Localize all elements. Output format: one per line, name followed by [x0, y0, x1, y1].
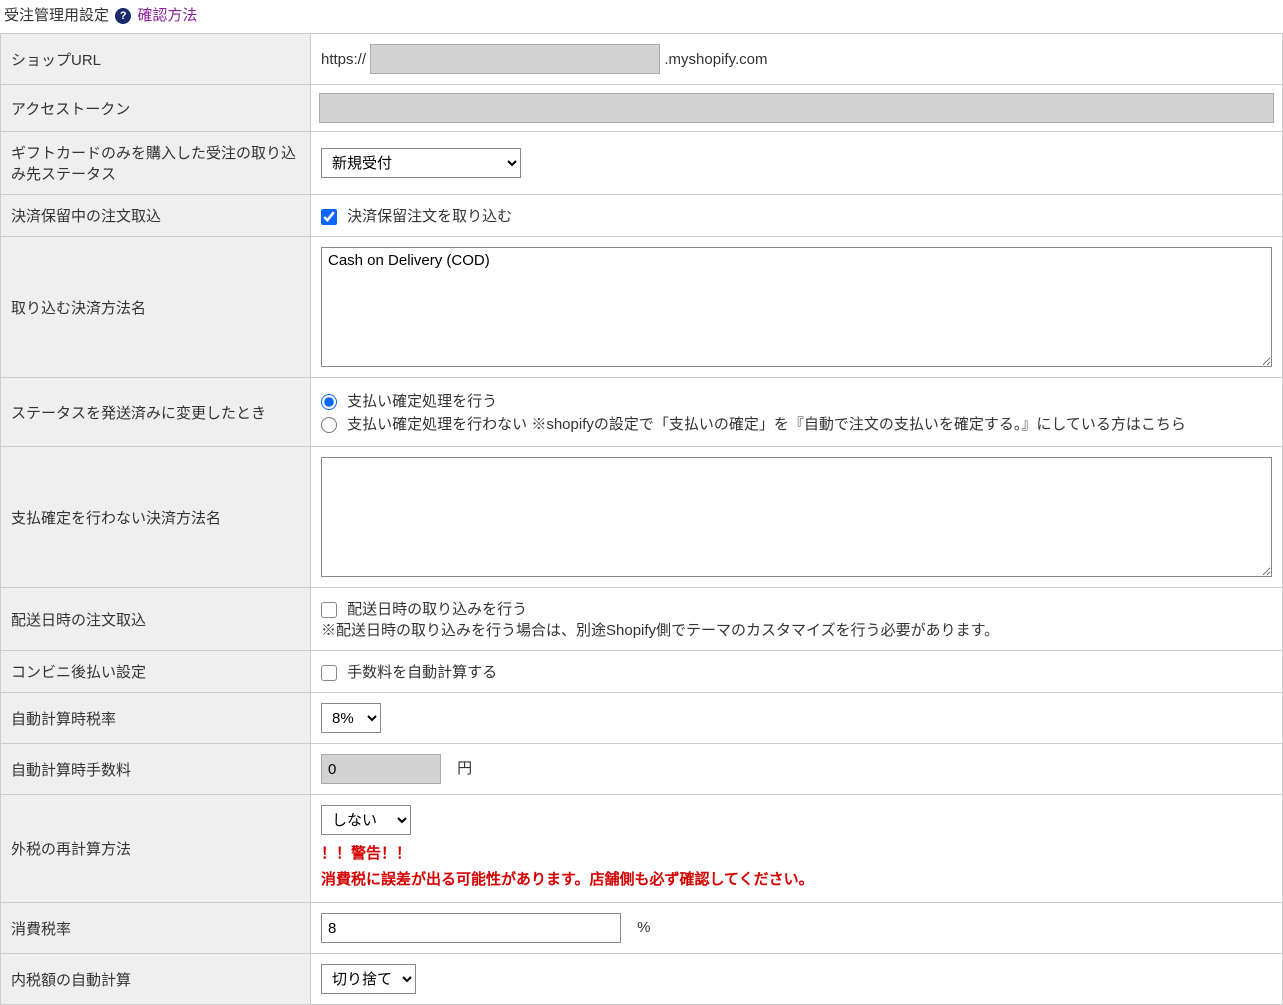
settings-table: ショップURL https:// .myshopify.com アクセストークン… [0, 33, 1283, 1005]
row-auto-fee: 自動計算時手数料 円 [1, 744, 1283, 795]
url-prefix: https:// [321, 51, 366, 68]
row-payment-methods-import: 取り込む決済方法名 [1, 237, 1283, 378]
label-shop-url: ショップURL [1, 34, 311, 85]
row-shop-url: ショップURL https:// .myshopify.com [1, 34, 1283, 85]
row-exclude-capture-methods: 支払確定を行わない決済方法名 [1, 447, 1283, 588]
row-on-shipped: ステータスを発送済みに変更したとき 支払い確定処理を行う 支払い確定処理を行わな… [1, 378, 1283, 447]
label-incl-tax-auto: 内税額の自動計算 [1, 954, 311, 1005]
payment-methods-textarea[interactable] [321, 247, 1272, 367]
on-shipped-option2: 支払い確定処理を行わない ※shopifyの設定で「支払いの確定」を『自動で注文… [347, 416, 1186, 433]
pending-import-checkbox[interactable] [321, 209, 337, 225]
label-payment-methods-import: 取り込む決済方法名 [1, 237, 311, 378]
section-title: 受注管理用設定 [4, 7, 109, 24]
label-exclude-capture-methods: 支払確定を行わない決済方法名 [1, 447, 311, 588]
row-consumption-tax-rate: 消費税率 % [1, 903, 1283, 954]
access-token-input[interactable] [319, 93, 1274, 123]
label-convenience-postpay: コンビニ後払い設定 [1, 651, 311, 693]
row-access-token: アクセストークン [1, 85, 1283, 132]
auto-fee-checkbox-label: 手数料を自動計算する [347, 664, 497, 681]
row-delivery-datetime: 配送日時の注文取込 配送日時の取り込みを行う ※配送日時の取り込みを行う場合は、… [1, 588, 1283, 651]
delivery-datetime-checkbox[interactable] [321, 602, 337, 618]
label-ext-tax-recalc: 外税の再計算方法 [1, 795, 311, 903]
auto-tax-rate-select[interactable]: 8% [321, 703, 381, 733]
exclude-capture-textarea[interactable] [321, 457, 1272, 577]
label-auto-tax-rate: 自動計算時税率 [1, 693, 311, 744]
help-link[interactable]: 確認方法 [137, 7, 197, 24]
on-shipped-radio-capture[interactable] [321, 394, 337, 410]
warning-line2: 消費税に誤差が出る可能性があります。店舗側も必ず確認してください。 [321, 867, 1272, 893]
shop-subdomain-input[interactable] [370, 44, 660, 74]
pending-import-checkbox-label: 決済保留注文を取り込む [347, 208, 512, 225]
delivery-datetime-checkbox-label: 配送日時の取り込みを行う [347, 601, 527, 618]
warning-line1: ！！警告！！ [321, 841, 1272, 867]
row-ext-tax-recalc: 外税の再計算方法 しない ！！警告！！ 消費税に誤差が出る可能性があります。店舗… [1, 795, 1283, 903]
consumption-tax-rate-unit: % [637, 919, 650, 936]
help-icon[interactable]: ? [115, 8, 131, 24]
row-giftcard-status: ギフトカードのみを購入した受注の取り込み先ステータス 新規受付 [1, 132, 1283, 195]
row-auto-tax-rate: 自動計算時税率 8% [1, 693, 1283, 744]
incl-tax-auto-select[interactable]: 切り捨て [321, 964, 416, 994]
on-shipped-option1: 支払い確定処理を行う [347, 393, 497, 410]
auto-fee-unit: 円 [457, 760, 472, 777]
auto-fee-checkbox[interactable] [321, 665, 337, 681]
consumption-tax-rate-input[interactable] [321, 913, 621, 943]
label-consumption-tax-rate: 消費税率 [1, 903, 311, 954]
url-suffix: .myshopify.com [664, 51, 767, 68]
on-shipped-radio-nocapture[interactable] [321, 417, 337, 433]
row-pending-import: 決済保留中の注文取込 決済保留注文を取り込む [1, 195, 1283, 237]
row-convenience-postpay: コンビニ後払い設定 手数料を自動計算する [1, 651, 1283, 693]
auto-fee-input[interactable] [321, 754, 441, 784]
giftcard-status-select[interactable]: 新規受付 [321, 148, 521, 178]
label-pending-import: 決済保留中の注文取込 [1, 195, 311, 237]
delivery-datetime-note: ※配送日時の取り込みを行う場合は、別途Shopify側でテーマのカスタマイズを行… [321, 619, 1272, 640]
ext-tax-recalc-select[interactable]: しない [321, 805, 411, 835]
label-access-token: アクセストークン [1, 85, 311, 132]
label-delivery-datetime: 配送日時の注文取込 [1, 588, 311, 651]
label-auto-fee: 自動計算時手数料 [1, 744, 311, 795]
label-on-shipped: ステータスを発送済みに変更したとき [1, 378, 311, 447]
section-header: 受注管理用設定 ? 確認方法 [0, 0, 1283, 33]
row-incl-tax-auto: 内税額の自動計算 切り捨て [1, 954, 1283, 1005]
label-giftcard-status: ギフトカードのみを購入した受注の取り込み先ステータス [1, 132, 311, 195]
